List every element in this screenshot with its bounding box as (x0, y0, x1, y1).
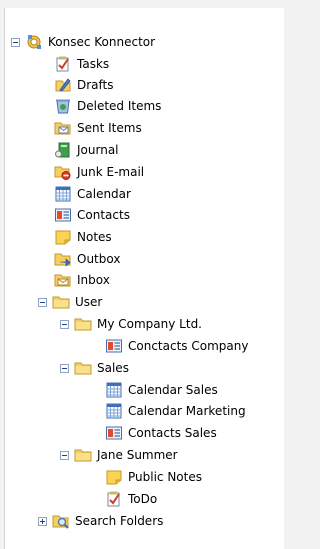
tasks-icon (56, 56, 69, 72)
tree-node-label: Contacts (77, 208, 130, 222)
folder-calendar-marketing[interactable]: Calendar Marketing (105, 401, 247, 421)
tasks-icon (107, 491, 120, 507)
tree-node-label: Calendar Marketing (128, 404, 246, 418)
folder-tasks[interactable]: Tasks (54, 54, 110, 74)
collapse-toggle[interactable] (60, 363, 69, 373)
calendar-icon (55, 186, 71, 202)
tree-node-label: Search Folders (75, 514, 164, 528)
folder-junk-email[interactable]: Junk E-mail (54, 162, 145, 182)
junk-email-icon (54, 166, 71, 180)
tree-node-label: Contacts Sales (128, 426, 217, 440)
outbox-icon (54, 253, 71, 267)
tree-node-label: Sales (97, 361, 129, 375)
collapse-toggle[interactable] (11, 37, 20, 47)
contacts-icon (106, 339, 122, 353)
calendar-icon (106, 382, 122, 398)
folder-tree-panel: Konsec Konnector Tasks Drafts Deleted It… (4, 8, 284, 549)
collapse-toggle[interactable] (60, 450, 69, 460)
tree-node-label: Conctacts Company (128, 339, 249, 353)
deleted-items-icon (56, 99, 70, 114)
notes-icon (106, 470, 122, 485)
tree-node-label: Tasks (77, 57, 110, 71)
tree-node-label: Outbox (77, 252, 121, 266)
folder-icon (52, 296, 70, 309)
folder-user[interactable]: User (38, 292, 103, 312)
folder-contacts-sales[interactable]: Contacts Sales (105, 423, 218, 443)
search-folder-icon (52, 515, 69, 529)
folder-calendar-sales[interactable]: Calendar Sales (105, 380, 219, 400)
folder-journal[interactable]: Journal (54, 140, 120, 160)
tree-node-label: Sent Items (77, 121, 142, 135)
tree-node-label: Inbox (77, 273, 110, 287)
folder-drafts[interactable]: Drafts (54, 75, 115, 95)
folder-contacts[interactable]: Contacts (54, 205, 131, 225)
folder-icon (74, 449, 92, 462)
drafts-icon (55, 78, 71, 92)
tree-node-label: Junk E-mail (77, 165, 145, 179)
tree-node-label: User (75, 295, 103, 309)
folder-notes[interactable]: Notes (54, 227, 113, 247)
calendar-icon (106, 403, 122, 419)
folder-sales[interactable]: Sales (60, 358, 130, 378)
folder-icon (74, 362, 92, 375)
tree-node-label: Calendar (77, 187, 131, 201)
tree-node-label: Jane Summer (97, 448, 178, 462)
sent-items-icon (54, 122, 71, 135)
collapse-toggle[interactable] (60, 319, 69, 329)
folder-calendar[interactable]: Calendar (54, 184, 132, 204)
mailbox-root-icon (27, 35, 41, 49)
folder-icon (74, 318, 92, 331)
contacts-icon (55, 208, 71, 222)
tree-node-label: Notes (77, 230, 112, 244)
folder-contacts-company[interactable]: Conctacts Company (105, 336, 249, 356)
tree-node-label: Drafts (77, 78, 114, 92)
folder-todo[interactable]: ToDo (105, 489, 158, 509)
tree-node-label: Journal (77, 143, 119, 157)
folder-outbox[interactable]: Outbox (54, 249, 121, 269)
folder-jane-summer[interactable]: Jane Summer (60, 445, 179, 465)
folder-public-notes[interactable]: Public Notes (105, 467, 203, 487)
tree-node-label: Calendar Sales (128, 383, 218, 397)
contacts-icon (106, 426, 122, 440)
tree-node-label: ToDo (128, 492, 158, 506)
journal-icon (55, 142, 70, 158)
tree-node-label: Konsec Konnector (48, 35, 156, 49)
folder-search-folders[interactable]: Search Folders (38, 511, 164, 531)
tree-node-label: My Company Ltd. (97, 317, 202, 331)
folder-sent-items[interactable]: Sent Items (54, 118, 143, 138)
folder-deleted-items[interactable]: Deleted Items (54, 96, 162, 116)
folder-my-company[interactable]: My Company Ltd. (60, 314, 203, 334)
folder-inbox[interactable]: Inbox (54, 270, 111, 290)
collapse-toggle[interactable] (38, 297, 47, 307)
expand-toggle[interactable] (38, 516, 47, 526)
tree-node-root[interactable]: Konsec Konnector (11, 32, 156, 52)
notes-icon (55, 230, 71, 245)
inbox-icon (54, 274, 71, 287)
tree-node-label: Deleted Items (77, 99, 162, 113)
tree-node-label: Public Notes (128, 470, 202, 484)
